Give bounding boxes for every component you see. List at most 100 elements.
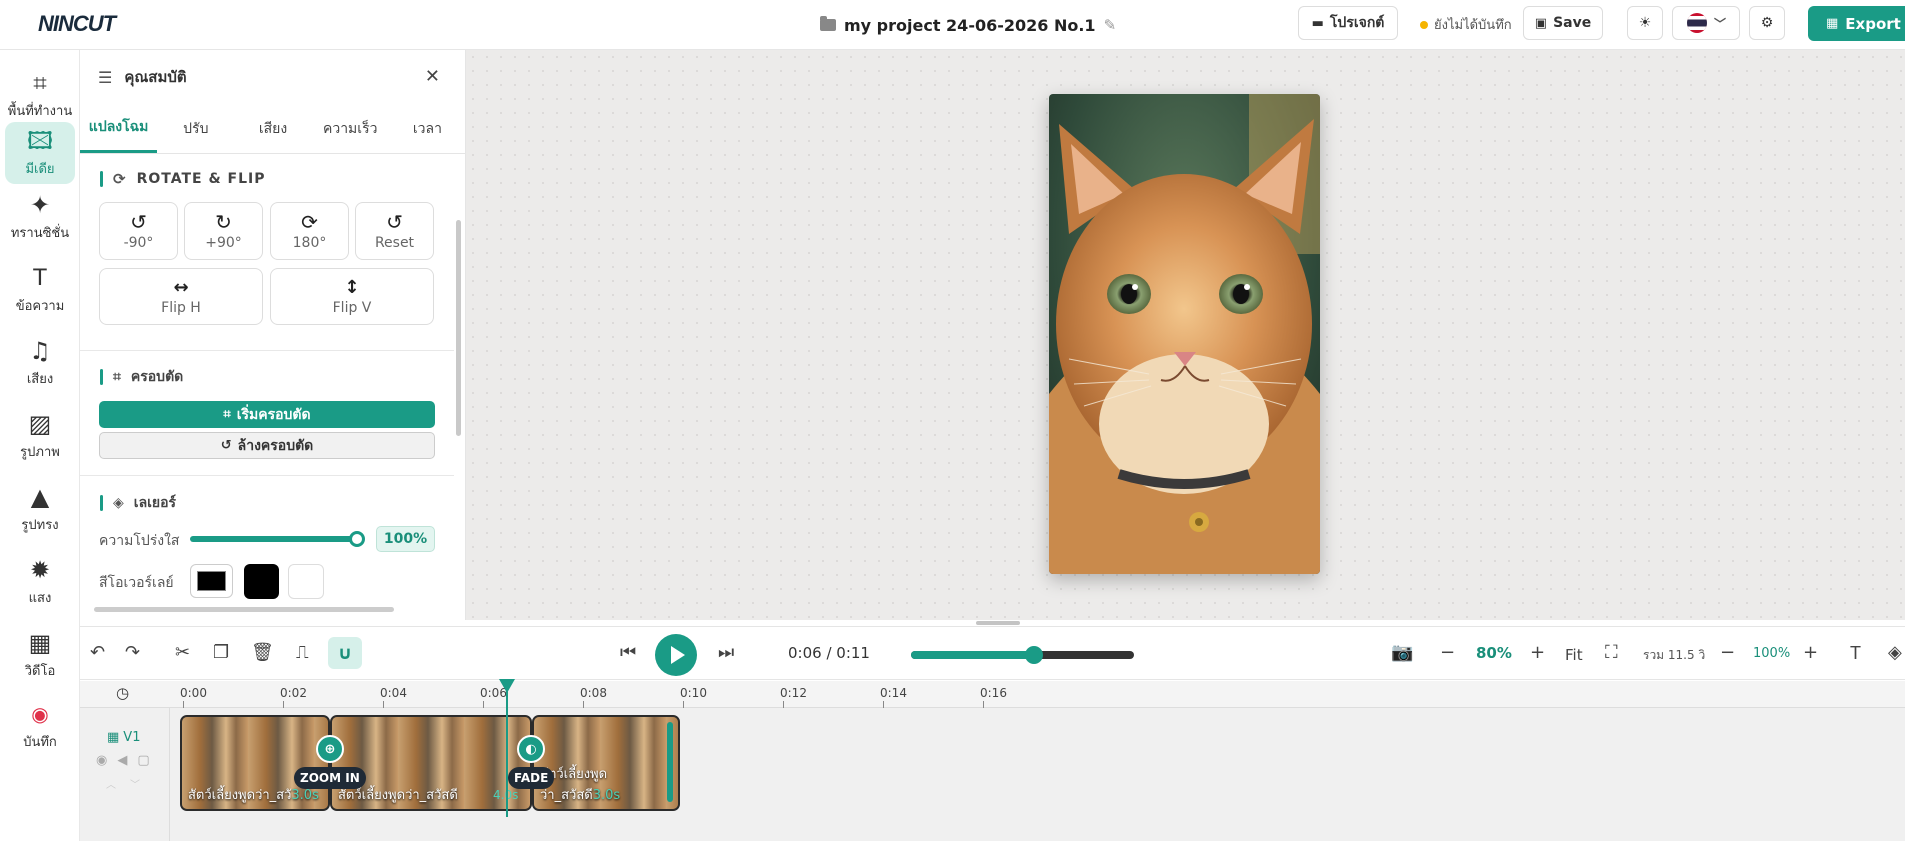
settings-button[interactable]: ⚙ [1749,6,1785,40]
overlay-color-picker[interactable] [190,564,233,598]
skip-forward-icon[interactable]: ⏭ [718,643,734,663]
zoom-out-icon[interactable]: − [1440,643,1455,663]
timeline-zoom-in-icon[interactable]: + [1803,643,1818,663]
clip-end-handle[interactable] [667,722,673,802]
eye-icon[interactable]: ◉ [96,753,107,768]
chevron-up-icon[interactable]: ︿ [106,776,116,791]
video-clip-3[interactable]: สัตว์เลี้ยงพูดว่า_สวัสดี3.0s [532,715,680,811]
flip-horizontal-button[interactable]: ↔ Flip H [99,268,263,325]
transition-label-fade[interactable]: FADE [508,767,555,789]
start-crop-button[interactable]: ⌗ เริ่มครอบตัด [99,401,435,428]
app-logo[interactable]: NINCUT [38,11,116,37]
chevron-down-icon: ﹀ [1713,16,1726,31]
language-select[interactable]: ﹀ [1672,6,1740,40]
project-title-area[interactable]: my project 24-06-2026 No.1 ✎ [820,12,1116,38]
skip-back-icon[interactable]: ⏮ [620,643,636,663]
sidebar-item-images[interactable]: ▨ รูปภาพ [0,405,80,467]
tab-transform[interactable]: แปลงโฉม [80,104,158,153]
ruler-tick: 0:00 [180,686,207,709]
magnet-snap-button[interactable]: ∪ [328,637,362,669]
track-label-row: ▦ V1 [107,730,140,745]
clear-crop-button[interactable]: ↺ ล้างครอบตัด [99,432,435,459]
arrows-vertical-icon: ↕ [344,276,360,298]
close-icon[interactable]: ✕ [425,66,440,87]
save-label: Save [1553,15,1592,31]
sidebar-item-text[interactable]: T ข้อความ [0,259,80,321]
sidebar-item-label: เสียง [26,371,54,387]
fit-button[interactable]: Fit [1565,645,1583,665]
copy-icon[interactable]: ❐ [213,643,229,663]
edit-pencil-icon[interactable]: ✎ [1104,16,1117,34]
timeline-zoom-value: 100% [1753,646,1791,661]
clip-duration: 3.0s [592,788,621,803]
progress-knob[interactable] [1024,646,1043,664]
text-track-icon[interactable]: T [1850,643,1861,663]
tab-audio[interactable]: เสียง [234,104,311,153]
timeline-ruler[interactable]: ◷ 0:00 0:02 0:04 0:06 0:08 0:10 0:12 0:1… [80,681,1905,709]
sidebar-item-workspace[interactable]: ⌗ พื้นที่ทำงาน [0,64,80,126]
properties-panel: ☰ คุณสมบัติ ✕ แปลงโฉม ปรับ เสียง ความเร็… [80,50,466,620]
logo-text: NINCUT [38,11,116,36]
projects-button[interactable]: ▬ โปรเจกต์ [1298,6,1398,40]
panel-horizontal-scrollbar[interactable] [94,607,394,612]
zoom-in-icon[interactable]: + [1530,643,1545,663]
scissors-icon[interactable]: ✂ [175,643,190,663]
redo-icon[interactable]: ↷ [125,643,140,663]
scrollbar-thumb[interactable] [456,220,461,436]
sidebar-item-media[interactable]: 🖾 มีเดีย [5,122,75,184]
panel-resize-grip[interactable] [976,621,1020,625]
lock-icon[interactable]: ▢ [137,753,149,768]
rotate-180-button[interactable]: ⟳ 180° [270,202,349,260]
fullscreen-icon[interactable]: ⛶ [1605,643,1618,663]
tab-speed[interactable]: ความเร็ว [312,104,389,153]
arrows-horizontal-icon: ↔ [173,276,189,298]
color-swatch-white[interactable] [288,564,324,599]
zoom-in-transition-icon[interactable]: ⊕ [316,735,344,763]
volume-icon[interactable]: ◀ [117,753,127,768]
flip-vertical-button[interactable]: ↕ Flip V [270,268,434,325]
panel-header: ☰ คุณสมบัติ ✕ [80,50,465,104]
layers-icon[interactable]: ◈ [1888,643,1902,663]
tab-time[interactable]: เวลา [389,104,465,153]
rotate-left-button[interactable]: ↺ -90° [99,202,178,260]
export-button[interactable]: ▦ Export [1808,6,1905,41]
fade-transition-icon[interactable]: ◐ [517,735,545,763]
panel-title: คุณสมบัติ [124,68,187,86]
play-button[interactable] [655,634,697,676]
video-preview-image[interactable] [1049,94,1320,574]
playhead[interactable] [499,679,515,817]
record-icon: ◉ [31,701,49,726]
undo-icon: ↺ [220,438,232,453]
save-button[interactable]: ▣ Save [1523,6,1603,40]
sidebar-item-record[interactable]: ◉ บันทึก [0,695,80,757]
camera-icon[interactable]: 📷 [1391,643,1413,663]
sidebar-item-transitions[interactable]: ✦ ทรานซิชั่น [0,186,80,248]
playback-progress-bar[interactable] [911,646,1134,664]
rotate-right-button[interactable]: ↻ +90° [184,202,263,260]
trash-icon[interactable]: 🗑 [251,643,274,663]
timeline-zoom-out-icon[interactable]: − [1720,643,1735,663]
color-swatch-black[interactable] [244,564,279,599]
split-icon[interactable]: ⎍ [296,643,309,663]
overlay-color-label: สีโอเวอร์เลย์ [99,575,174,591]
sidebar-item-audio[interactable]: ♫ เสียง [0,332,80,394]
tab-adjust[interactable]: ปรับ [157,104,234,153]
chevron-down-icon[interactable]: ﹀ [130,776,140,791]
theme-toggle-button[interactable]: ☀ [1627,6,1663,40]
sidebar-item-light[interactable]: ✹ แสง [0,551,80,613]
crop-icon: ⌗ [223,407,231,422]
video-clip-1[interactable]: สัตว์เลี้ยงพูดว่า_สวั3.0s [180,715,330,811]
sidebar-item-shapes[interactable]: ▲ รูปทรง [0,478,80,540]
panel-scrollbar[interactable] [455,180,462,480]
rotate-flip-label: ROTATE & FLIP [136,171,266,187]
opacity-slider[interactable] [190,531,365,547]
sidebar-item-video[interactable]: ▦ วิดีโอ [0,624,80,686]
undo-icon[interactable]: ↶ [90,643,105,663]
clip-name: สัตว์เลี้ยงพูดว่า_สวั [188,788,292,803]
total-duration: รวม 11.5 วิ [1643,648,1706,662]
opacity-value[interactable]: 100% [376,526,435,552]
opacity-slider-knob[interactable] [349,531,365,547]
transition-label-zoom-in[interactable]: ZOOM IN [294,767,366,789]
ruler-tick: 0:04 [380,686,407,709]
reset-rotation-button[interactable]: ↺ Reset [355,202,434,260]
